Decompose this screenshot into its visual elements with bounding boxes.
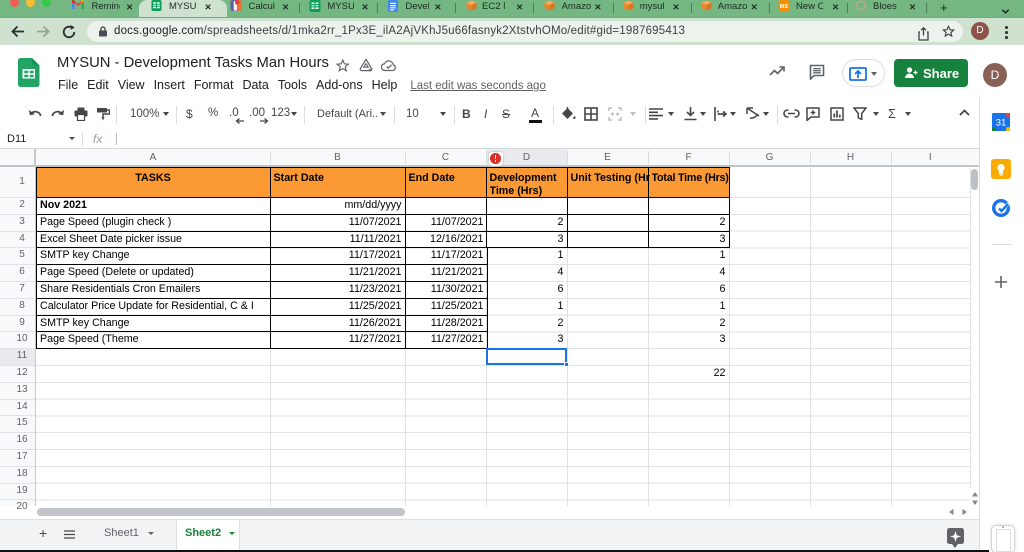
svg-text:31: 31 — [996, 118, 1007, 129]
svg-text:MS: MS — [780, 4, 789, 10]
